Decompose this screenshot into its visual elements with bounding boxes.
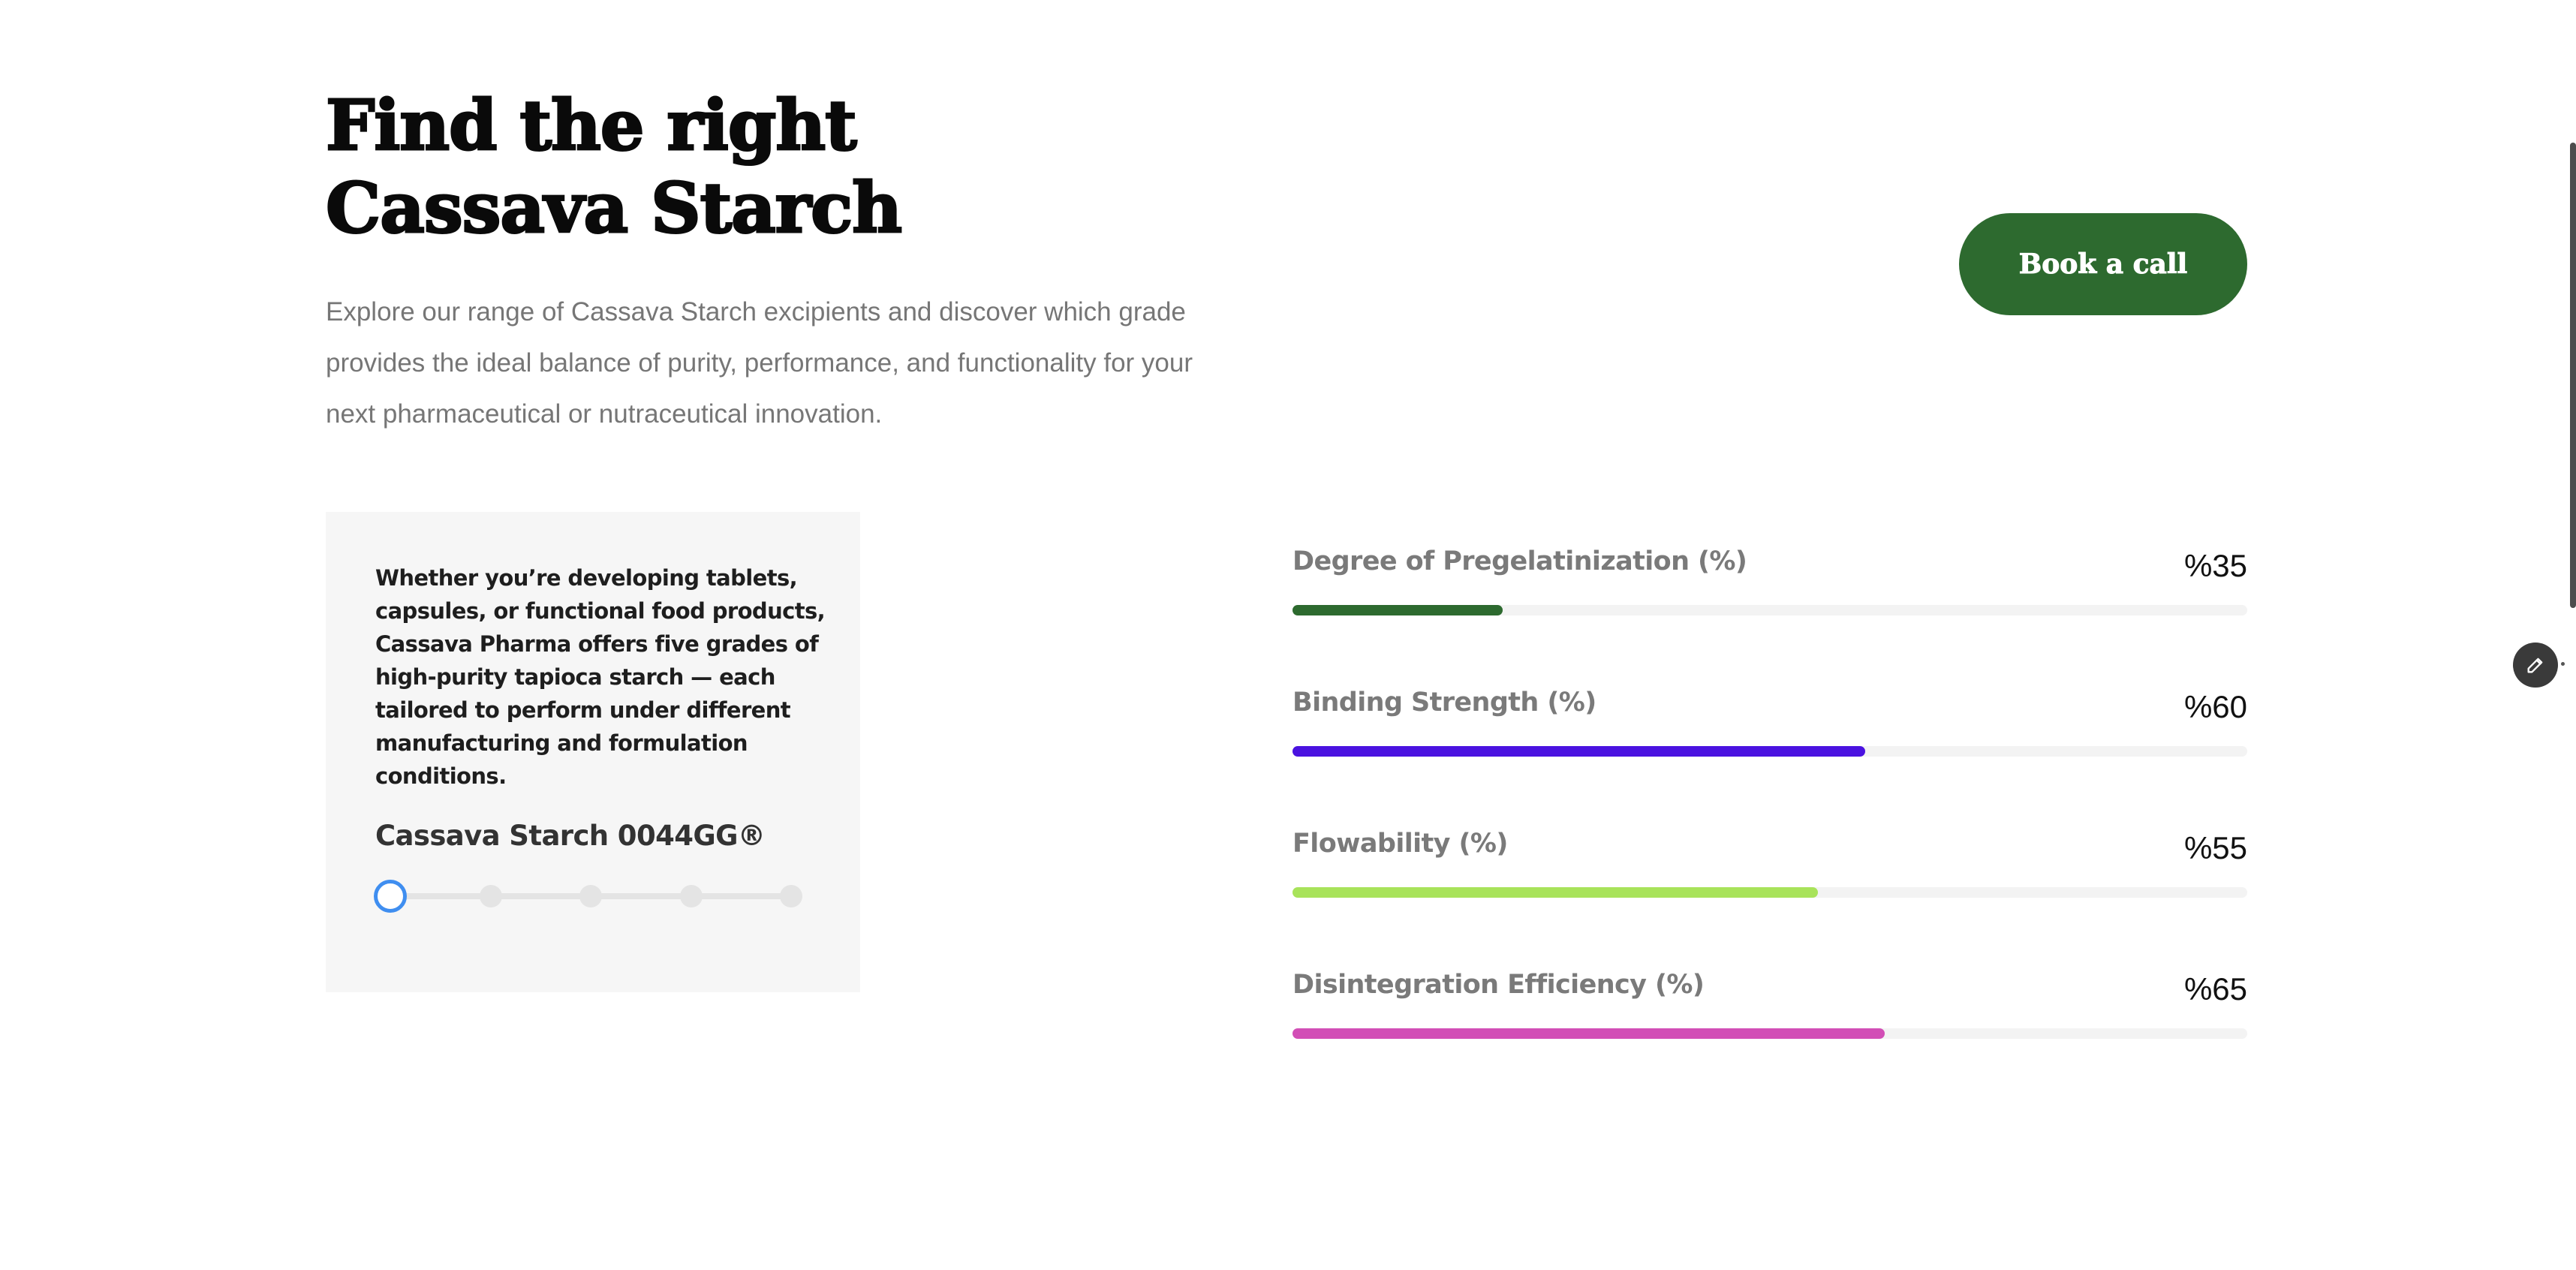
grade-selector-card: Whether you’re developing tablets, capsu… <box>326 512 860 992</box>
edit-indicator-dot <box>2561 662 2565 666</box>
metric-row: Disintegration Efficiency (%) %65 <box>1293 965 2247 1106</box>
metric-bar-fill <box>1293 1028 1885 1039</box>
metric-row: Degree of Pregelatinization (%) %35 <box>1293 542 2247 683</box>
grade-slider[interactable] <box>374 880 806 913</box>
slider-step[interactable] <box>479 885 502 907</box>
metric-bar-track <box>1293 887 2247 898</box>
metric-bar-track <box>1293 605 2247 615</box>
card-description: Whether you’re developing tablets, capsu… <box>375 565 826 789</box>
metric-bar-track <box>1293 1028 2247 1039</box>
slider-handle[interactable] <box>374 880 407 913</box>
metric-label: Degree of Pregelatinization (%) <box>1293 546 1747 576</box>
slider-step[interactable] <box>579 885 602 907</box>
slider-step[interactable] <box>780 885 802 907</box>
page-title: Find the right Cassava Starch <box>324 84 903 250</box>
pencil-icon <box>2527 658 2543 673</box>
metrics-list: Degree of Pregelatinization (%) %35 Bindin… <box>1293 542 2247 1106</box>
intro-text: Explore our range of Cassava Starch exci… <box>326 297 1193 429</box>
metric-bar-track <box>1293 746 2247 757</box>
metric-label: Flowability (%) <box>1293 829 1508 859</box>
metric-bar-fill <box>1293 605 1503 615</box>
metric-value: %35 <box>2183 548 2247 583</box>
edit-button[interactable] <box>2513 643 2558 688</box>
metric-row: Flowability (%) %55 <box>1293 824 2247 965</box>
metric-bar-fill <box>1293 887 1818 898</box>
metric-value: %65 <box>2183 971 2247 1007</box>
metric-row: Binding Strength (%) %60 <box>1293 683 2247 824</box>
metric-bar-fill <box>1293 746 1866 757</box>
metric-label: Disintegration Efficiency (%) <box>1293 970 1705 1000</box>
metric-label: Binding Strength (%) <box>1293 688 1596 718</box>
metric-value: %55 <box>2183 830 2247 865</box>
grade-name: Cassava Starch 0044GG® <box>375 820 766 852</box>
book-a-call-button[interactable]: Book a call <box>1959 213 2247 315</box>
title-line-1: Find the right <box>324 84 858 167</box>
slider-step[interactable] <box>679 885 703 907</box>
scrollbar[interactable] <box>2570 143 2576 608</box>
title-line-2: Cassava Starch <box>324 167 903 250</box>
metric-value: %60 <box>2183 689 2247 724</box>
